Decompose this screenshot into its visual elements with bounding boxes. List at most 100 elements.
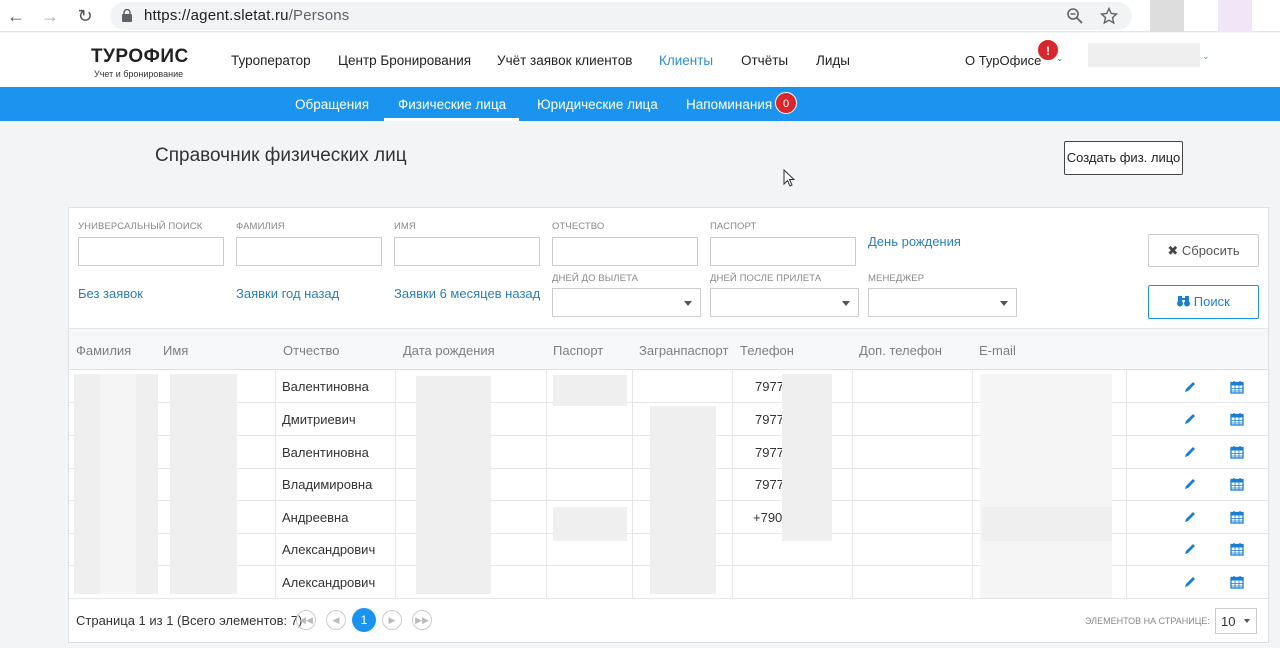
calendar-icon[interactable] xyxy=(1230,445,1244,459)
column-header-email[interactable]: E-mail xyxy=(979,343,1016,358)
days-after-label: ДНЕЙ ПОСЛЕ ПРИЛЕТА xyxy=(710,273,822,284)
zoom-icon[interactable] xyxy=(1066,7,1084,25)
page-button-current[interactable]: 1 xyxy=(352,608,376,632)
extension-icon[interactable] xyxy=(1218,0,1252,32)
grid-pager: Страница 1 из 1 (Всего элементов: 7) ◀◀ … xyxy=(69,598,1268,642)
reset-button[interactable]: ✖ Сбросить xyxy=(1148,234,1259,267)
create-person-button[interactable]: Создать физ. лицо xyxy=(1064,141,1183,175)
edit-pencil-icon[interactable] xyxy=(1183,412,1197,426)
chevron-down-icon[interactable]: ⌄ xyxy=(1056,53,1064,64)
phone-cell: 7977 xyxy=(755,445,784,460)
url-text: https://agent.sletat.ru/Persons xyxy=(144,7,350,24)
edit-pencil-icon[interactable] xyxy=(1183,542,1197,556)
tab-appeals[interactable]: Обращения xyxy=(295,97,369,112)
first-page-icon[interactable]: ◀◀ xyxy=(296,610,316,630)
edit-pencil-icon[interactable] xyxy=(1183,477,1197,491)
column-header-middle-name[interactable]: Отчество xyxy=(283,343,340,358)
calendar-icon[interactable] xyxy=(1230,380,1244,394)
days-before-select[interactable] xyxy=(552,288,701,317)
column-header-extra-phone[interactable]: Доп. телефон xyxy=(859,343,942,358)
sub-navigation: Обращения Физические лица Юридические ли… xyxy=(0,87,1280,121)
edit-pencil-icon[interactable] xyxy=(1183,575,1197,589)
caret-down-icon xyxy=(1000,301,1008,306)
column-divider xyxy=(852,370,853,598)
manager-select[interactable] xyxy=(868,288,1017,317)
column-header-last-name[interactable]: Фамилия xyxy=(76,343,131,358)
calendar-icon[interactable] xyxy=(1230,412,1244,426)
menu-leads[interactable]: Лиды xyxy=(816,53,850,68)
calendar-icon[interactable] xyxy=(1230,575,1244,589)
calendar-icon[interactable] xyxy=(1230,510,1244,524)
column-header-foreign-passport[interactable]: Загранпаспорт xyxy=(639,343,728,358)
mouse-cursor-icon xyxy=(783,169,795,187)
phone-cell: 7977 xyxy=(755,379,784,394)
reload-icon[interactable]: ↻ xyxy=(74,5,96,27)
column-header-first-name[interactable]: Имя xyxy=(163,343,188,358)
menu-orders[interactable]: Учёт заявок клиентов xyxy=(497,53,632,68)
last-name-input[interactable] xyxy=(236,237,382,266)
edit-pencil-icon[interactable] xyxy=(1183,445,1197,459)
forward-icon[interactable]: → xyxy=(39,5,61,27)
middle-name-input[interactable] xyxy=(552,237,698,266)
column-divider xyxy=(275,370,276,598)
user-profile[interactable] xyxy=(1088,43,1200,67)
edit-pencil-icon[interactable] xyxy=(1183,380,1197,394)
passport-input[interactable] xyxy=(710,237,856,266)
logo-title[interactable]: ТУРОФИС xyxy=(91,46,189,68)
prev-page-icon[interactable]: ◀ xyxy=(326,610,346,630)
menu-clients[interactable]: Клиенты xyxy=(659,53,713,68)
last-name-label: ФАМИЛИЯ xyxy=(236,221,285,232)
tab-individuals[interactable]: Физические лица xyxy=(398,97,506,112)
middle-name-cell: Валентиновна xyxy=(282,379,369,394)
chevron-down-icon[interactable]: ⌄ xyxy=(1202,51,1210,62)
page-size-value: 10 xyxy=(1221,614,1236,629)
redacted-email xyxy=(982,507,1112,541)
about-link[interactable]: О ТурОфисе xyxy=(965,53,1041,68)
days-before-label: ДНЕЙ ДО ВЫЛЕТА xyxy=(552,273,639,284)
universal-search-input[interactable] xyxy=(78,237,224,266)
tab-reminders[interactable]: Напоминания xyxy=(686,97,772,112)
browser-toolbar: ← → ↻ https://agent.sletat.ru/Persons xyxy=(0,0,1280,32)
extension-icon[interactable] xyxy=(1150,0,1184,32)
orders-six-months-link[interactable]: Заявки 6 месяцев назад xyxy=(394,286,540,301)
next-page-icon[interactable]: ▶ xyxy=(382,610,402,630)
first-name-label: ИМЯ xyxy=(394,221,416,232)
logo-subtitle: Учет и бронирование xyxy=(94,69,184,79)
middle-name-cell: Александрович xyxy=(282,575,376,590)
pager-info: Страница 1 из 1 (Всего элементов: 7) xyxy=(76,613,303,628)
passport-label: ПАСПОРТ xyxy=(710,221,757,232)
days-after-select[interactable] xyxy=(710,288,859,317)
menu-touroperator[interactable]: Туроператор xyxy=(231,53,311,68)
caret-down-icon xyxy=(842,301,850,306)
first-name-input[interactable] xyxy=(394,237,540,266)
birthday-filter-link[interactable]: День рождения xyxy=(868,234,961,249)
orders-year-ago-link[interactable]: Заявки год назад xyxy=(236,286,339,301)
column-divider xyxy=(546,370,547,598)
calendar-icon[interactable] xyxy=(1230,477,1244,491)
no-orders-link[interactable]: Без заявок xyxy=(78,286,143,301)
menu-booking-center[interactable]: Центр Бронирования xyxy=(338,53,471,68)
column-header-birth-date[interactable]: Дата рождения xyxy=(403,343,495,358)
column-divider xyxy=(632,370,633,598)
column-header-phone[interactable]: Телефон xyxy=(740,343,794,358)
middle-name-cell: Владимировна xyxy=(282,477,373,492)
grid-header: Фамилия Имя Отчество Дата рождения Паспо… xyxy=(69,328,1268,370)
column-header-passport[interactable]: Паспорт xyxy=(553,343,603,358)
redacted-birth-dates xyxy=(416,376,491,594)
back-icon[interactable]: ← xyxy=(5,5,27,27)
tab-legal-entities[interactable]: Юридические лица xyxy=(537,97,658,112)
menu-reports[interactable]: Отчёты xyxy=(741,53,788,68)
bookmark-star-icon[interactable] xyxy=(1100,7,1118,25)
edit-pencil-icon[interactable] xyxy=(1183,510,1197,524)
search-button[interactable]: Поиск xyxy=(1148,285,1259,319)
redacted-phones xyxy=(782,374,832,541)
redacted-first-names xyxy=(170,374,237,594)
calendar-icon[interactable] xyxy=(1230,542,1244,556)
search-button-label: Поиск xyxy=(1193,294,1230,309)
close-icon: ✖ xyxy=(1167,243,1179,258)
last-page-icon[interactable]: ▶▶ xyxy=(412,610,432,630)
address-bar[interactable]: https://agent.sletat.ru/Persons xyxy=(110,2,1132,30)
column-divider xyxy=(732,370,733,598)
page-size-select[interactable]: 10 xyxy=(1215,608,1257,634)
middle-name-cell: Александрович xyxy=(282,542,376,557)
